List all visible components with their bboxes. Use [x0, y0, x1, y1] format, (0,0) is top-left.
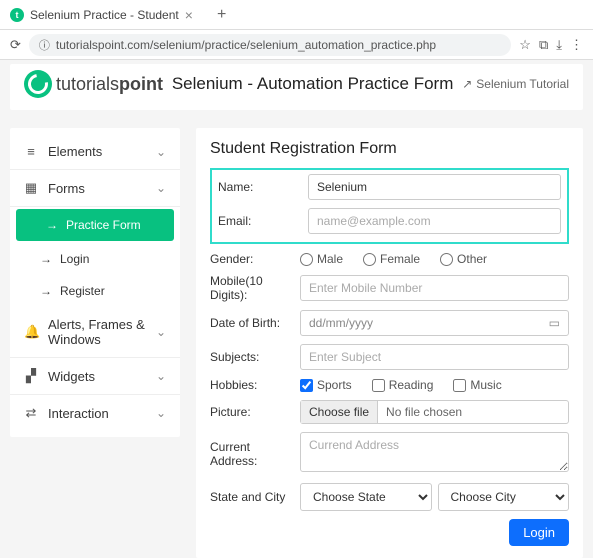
url-bar: ⟳ ⓘ tutorialspoint.com/selenium/practice… [0, 30, 593, 60]
hobby-reading-checkbox[interactable] [372, 379, 385, 392]
dob-label: Date of Birth: [210, 316, 300, 330]
gender-male-radio[interactable] [300, 253, 313, 266]
gender-female-radio[interactable] [363, 253, 376, 266]
chevron-down-icon: ⌄ [156, 406, 166, 420]
hobby-music-checkbox[interactable] [453, 379, 466, 392]
logo-text: tutorialspoint [56, 74, 163, 95]
mobile-input[interactable] [300, 275, 569, 301]
calendar-icon[interactable]: ▭ [549, 316, 560, 330]
hobbies-label: Hobbies: [210, 378, 300, 392]
sidebar-sub-login[interactable]: →Login [10, 243, 180, 275]
state-city-label: State and City [210, 490, 300, 504]
picture-file-input[interactable]: Choose fileNo file chosen [300, 400, 569, 424]
name-input[interactable] [308, 174, 561, 200]
address-textarea[interactable] [300, 432, 569, 472]
arrow-right-icon: → [46, 218, 58, 232]
file-status-text: No file chosen [378, 401, 470, 423]
form-title: Student Registration Form [210, 140, 569, 158]
hobby-reading-option[interactable]: Reading [372, 378, 434, 392]
sidebar-item-alerts[interactable]: 🔔Alerts, Frames & Windows ⌄ [10, 307, 180, 358]
logo-icon [24, 70, 52, 98]
choose-file-button[interactable]: Choose file [301, 401, 378, 423]
list-icon: ≡ [24, 144, 38, 159]
address-field[interactable]: ⓘ tutorialspoint.com/selenium/practice/s… [29, 34, 511, 56]
close-icon[interactable]: × [185, 7, 193, 23]
logo[interactable]: tutorialspoint [24, 70, 163, 98]
address-label: Current Address: [210, 440, 300, 468]
form-panel: Student Registration Form Name: Email: G… [196, 128, 583, 558]
chevron-down-icon: ⌄ [156, 145, 166, 159]
city-select[interactable]: Choose City [438, 483, 570, 511]
gender-female-option[interactable]: Female [363, 252, 420, 266]
download-icon[interactable]: ⤓ [556, 37, 562, 53]
email-label: Email: [218, 214, 308, 228]
bell-icon: 🔔 [24, 324, 38, 340]
sidebar-sub-register[interactable]: →Register [10, 275, 180, 307]
dob-input[interactable]: dd/mm/yyyy▭ [300, 310, 569, 336]
form-icon: ▦ [24, 180, 38, 196]
highlight-box: Name: Email: [210, 168, 569, 244]
sidebar-item-interaction[interactable]: ⇄Interaction ⌄ [10, 395, 180, 431]
arrow-right-icon: → [40, 284, 52, 298]
external-link-icon: ↗ [462, 77, 472, 91]
extensions-icon[interactable]: ⧉ [539, 37, 548, 53]
subjects-input[interactable] [300, 344, 569, 370]
sidebar-item-widgets[interactable]: ▞Widgets ⌄ [10, 358, 180, 395]
url-text: tutorialspoint.com/selenium/practice/sel… [56, 38, 436, 52]
gender-label: Gender: [210, 252, 300, 266]
sidebar-sub-practice-form[interactable]: →Practice Form [16, 209, 174, 241]
hobby-sports-checkbox[interactable] [300, 379, 313, 392]
gender-male-option[interactable]: Male [300, 252, 343, 266]
page-header: tutorialspoint Selenium - Automation Pra… [10, 64, 583, 110]
gender-other-option[interactable]: Other [440, 252, 487, 266]
chevron-down-icon: ⌄ [156, 181, 166, 195]
mobile-label: Mobile(10 Digits): [210, 274, 300, 302]
arrow-right-icon: → [40, 252, 52, 266]
login-button[interactable]: Login [509, 519, 569, 546]
bookmark-icon[interactable]: ☆ [519, 37, 531, 53]
email-input[interactable] [308, 208, 561, 234]
name-label: Name: [218, 180, 308, 194]
hobby-music-option[interactable]: Music [453, 378, 501, 392]
menu-icon[interactable]: ⋮ [570, 37, 583, 53]
favicon: t [10, 8, 24, 22]
site-info-icon[interactable]: ⓘ [39, 37, 50, 53]
chevron-down-icon: ⌄ [156, 369, 166, 383]
selenium-tutorial-link[interactable]: ↗ Selenium Tutorial [462, 77, 569, 91]
hobby-sports-option[interactable]: Sports [300, 378, 352, 392]
swap-icon: ⇄ [24, 405, 38, 421]
sidebar: ≡Elements ⌄ ▦Forms ⌄ →Practice Form →Log… [10, 128, 180, 437]
gender-other-radio[interactable] [440, 253, 453, 266]
subjects-label: Subjects: [210, 350, 300, 364]
page-title: Selenium - Automation Practice Form [163, 74, 462, 94]
new-tab-button[interactable]: + [217, 6, 226, 24]
sidebar-item-forms[interactable]: ▦Forms ⌄ [10, 170, 180, 207]
picture-label: Picture: [210, 405, 300, 419]
tab-title: Selenium Practice - Student [30, 8, 179, 22]
reload-icon[interactable]: ⟳ [10, 37, 21, 53]
browser-tab[interactable]: t Selenium Practice - Student × [0, 1, 203, 29]
chevron-down-icon: ⌄ [156, 325, 166, 339]
sidebar-item-elements[interactable]: ≡Elements ⌄ [10, 134, 180, 170]
grid-icon: ▞ [24, 368, 38, 384]
browser-tab-strip: t Selenium Practice - Student × + [0, 0, 593, 30]
state-select[interactable]: Choose State [300, 483, 432, 511]
